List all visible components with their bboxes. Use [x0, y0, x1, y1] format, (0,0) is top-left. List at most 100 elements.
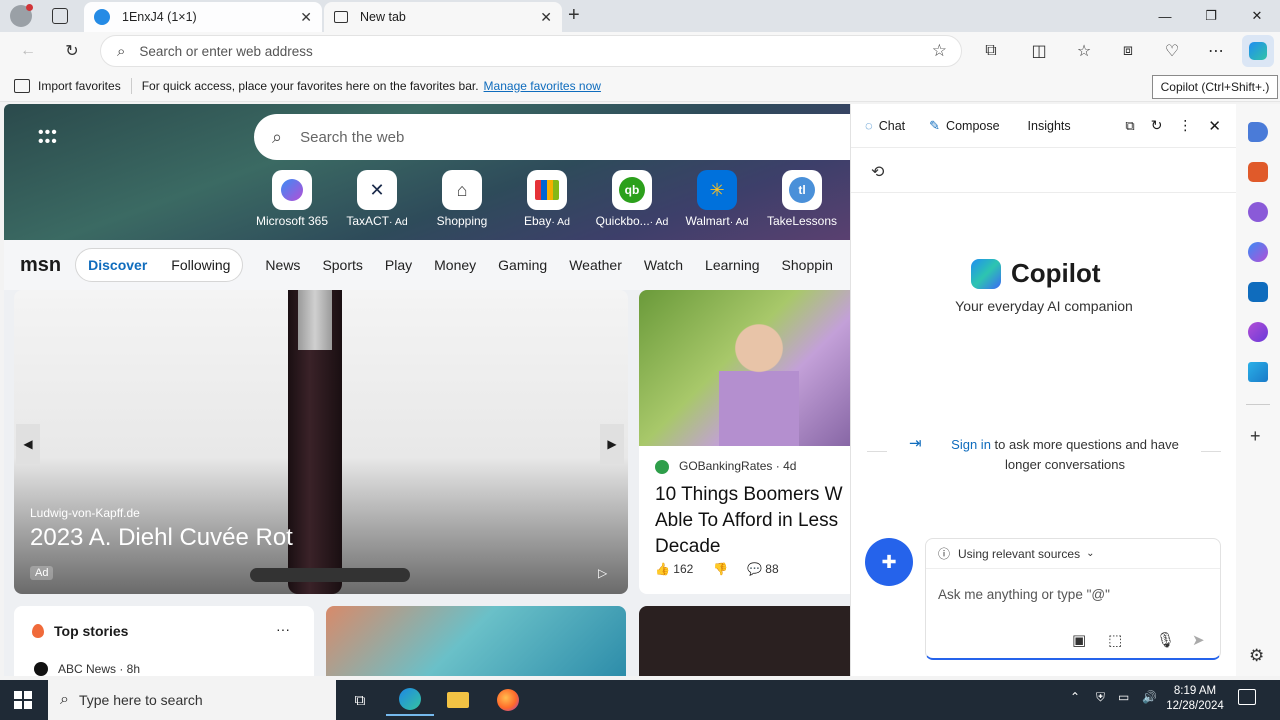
- ebay-icon: [527, 170, 567, 210]
- network-icon[interactable]: ▭: [1118, 690, 1129, 704]
- ad-carousel-card[interactable]: ◀ ▶ Ludwig-von-Kapff.de 2023 A. Diehl Cu…: [14, 290, 628, 594]
- close-icon[interactable]: ✕: [1208, 117, 1221, 135]
- clock[interactable]: 8:19 AM 12/28/2024: [1164, 684, 1226, 714]
- designer-icon[interactable]: [1248, 322, 1268, 342]
- address-bar[interactable]: ⌕ Search or enter web address ☆: [100, 35, 962, 67]
- volume-icon[interactable]: 🔊: [1142, 690, 1157, 704]
- carousel-next-button[interactable]: ▶: [600, 424, 624, 464]
- send-icon[interactable]: ➤: [1192, 631, 1205, 649]
- microsoft-365-icon[interactable]: [1248, 242, 1268, 262]
- tab-1[interactable]: 1EnxJ4 (1×1) ✕: [84, 2, 322, 32]
- news-title[interactable]: 10 Things Boomers W Able To Afford in Le…: [655, 482, 850, 560]
- tab-following[interactable]: Following: [171, 257, 230, 273]
- firefox-icon[interactable]: [484, 684, 532, 716]
- tab-2[interactable]: New tab ✕: [324, 2, 562, 32]
- tile-quickbooks[interactable]: qb Quickbo...· Ad: [590, 170, 674, 228]
- nav-learning[interactable]: Learning: [705, 257, 760, 273]
- copilot-icon[interactable]: [1242, 35, 1274, 67]
- close-icon[interactable]: ✕: [540, 9, 552, 26]
- tab-compose[interactable]: Compose: [946, 119, 1000, 133]
- screenshot-icon[interactable]: ⬚: [1108, 631, 1122, 649]
- performance-icon[interactable]: ♡: [1156, 35, 1188, 67]
- more-options-icon[interactable]: ···: [276, 621, 290, 637]
- extensions-icon[interactable]: ⧉: [975, 35, 1007, 67]
- apps-grid-icon[interactable]: ••• •••: [38, 125, 58, 150]
- tile-shopping[interactable]: ⌂ Shopping: [420, 170, 504, 228]
- nav-gaming[interactable]: Gaming: [498, 257, 547, 273]
- taskbar-search[interactable]: ⌕ Type here to search: [48, 680, 336, 720]
- tab-insights[interactable]: Insights: [1028, 119, 1071, 133]
- dark-story-card[interactable]: [639, 606, 850, 676]
- minimize-icon[interactable]: —: [1142, 0, 1188, 32]
- nav-shopping[interactable]: Shoppin: [782, 257, 833, 273]
- nav-news[interactable]: News: [265, 257, 300, 273]
- favorite-star-icon[interactable]: ☆: [932, 41, 947, 61]
- favorites-bar: Import favorites For quick access, place…: [0, 70, 1280, 102]
- tile-taxact[interactable]: ✕ TaxACT· Ad: [335, 170, 419, 228]
- new-tab-icon[interactable]: +: [568, 4, 580, 27]
- task-view-icon[interactable]: ⧉: [336, 684, 384, 716]
- back-icon[interactable]: ←: [12, 35, 44, 67]
- nav-watch[interactable]: Watch: [644, 257, 683, 273]
- tab-chat[interactable]: Chat: [879, 119, 905, 133]
- file-explorer-icon[interactable]: [434, 684, 482, 716]
- tile-walmart[interactable]: ✳ Walmart· Ad: [675, 170, 759, 228]
- history-icon[interactable]: ⟲: [871, 162, 884, 182]
- refresh-icon[interactable]: ↻: [1151, 117, 1163, 134]
- more-icon[interactable]: ⋯: [1200, 35, 1232, 67]
- defender-icon[interactable]: ⛨: [1096, 690, 1105, 705]
- tag-icon[interactable]: [1248, 122, 1268, 142]
- windows-start-icon[interactable]: [14, 691, 32, 709]
- divider-right: [1201, 451, 1221, 452]
- refresh-icon[interactable]: ↻: [56, 35, 88, 67]
- settings-gear-icon[interactable]: ⚙: [1249, 646, 1264, 666]
- ad-info-icon[interactable]: ▷: [598, 566, 607, 580]
- shopping-story-card[interactable]: [326, 606, 626, 676]
- ad-title[interactable]: 2023 A. Diehl Cuvée Rot: [30, 524, 293, 552]
- restore-icon[interactable]: ❐: [1188, 0, 1234, 32]
- nav-weather[interactable]: Weather: [569, 257, 622, 273]
- tile-takelessons[interactable]: tl TakeLessons: [760, 170, 844, 228]
- comments-button[interactable]: 💬 88: [747, 562, 779, 576]
- tray-chevron-icon[interactable]: ⌃: [1070, 690, 1080, 704]
- sources-selector[interactable]: ⓘ Using relevant sources ⌄: [926, 539, 1220, 569]
- add-image-icon[interactable]: ▣: [1072, 631, 1086, 649]
- send-file-icon[interactable]: [1248, 362, 1268, 382]
- add-icon[interactable]: +: [1250, 426, 1261, 447]
- sign-in-icon: ⇥: [909, 435, 922, 452]
- microphone-icon[interactable]: 🎙: [1156, 631, 1175, 649]
- nav-money[interactable]: Money: [434, 257, 476, 273]
- tile-ebay[interactable]: Ebay· Ad: [505, 170, 589, 228]
- collections-icon[interactable]: ⧈: [1112, 35, 1144, 67]
- favorites-icon[interactable]: ☆: [1068, 35, 1100, 67]
- dislike-button[interactable]: 👎: [713, 562, 728, 576]
- web-search-box[interactable]: ⌕ Search the web: [254, 114, 850, 160]
- discover-following-toggle: Discover Following: [75, 248, 244, 282]
- sidebar-divider: [1246, 404, 1270, 405]
- close-icon[interactable]: ✕: [300, 9, 312, 26]
- msn-logo-text[interactable]: msn: [20, 254, 61, 277]
- new-topic-button[interactable]: ✚: [865, 538, 913, 586]
- more-icon[interactable]: ⋮: [1178, 117, 1192, 134]
- tab-discover[interactable]: Discover: [88, 257, 147, 273]
- split-screen-icon[interactable]: ◫: [1023, 35, 1055, 67]
- toolbox-icon[interactable]: [1248, 162, 1268, 182]
- carousel-prev-button[interactable]: ◀: [16, 424, 40, 464]
- news-card[interactable]: GOBankingRates · 4d 10 Things Boomers W …: [639, 290, 850, 594]
- nav-sports[interactable]: Sports: [322, 257, 362, 273]
- open-in-new-icon[interactable]: ⧉: [1125, 118, 1134, 134]
- edge-taskbar-icon[interactable]: [386, 684, 434, 716]
- manage-favorites-link[interactable]: Manage favorites now: [484, 79, 601, 93]
- like-button[interactable]: 👍 162: [655, 562, 693, 576]
- tab-actions-icon[interactable]: [52, 8, 68, 24]
- games-icon[interactable]: [1248, 202, 1268, 222]
- tile-microsoft-365[interactable]: Microsoft 365: [250, 170, 334, 228]
- import-favorites-button[interactable]: Import favorites: [38, 79, 121, 93]
- notifications-icon[interactable]: [1238, 689, 1256, 705]
- chat-input[interactable]: Ask me anything or type "@": [926, 569, 1220, 620]
- carousel-dots[interactable]: [250, 568, 410, 582]
- nav-play[interactable]: Play: [385, 257, 412, 273]
- sign-in-link[interactable]: Sign in: [951, 437, 991, 452]
- outlook-icon[interactable]: [1248, 282, 1268, 302]
- close-window-icon[interactable]: ✕: [1234, 0, 1280, 32]
